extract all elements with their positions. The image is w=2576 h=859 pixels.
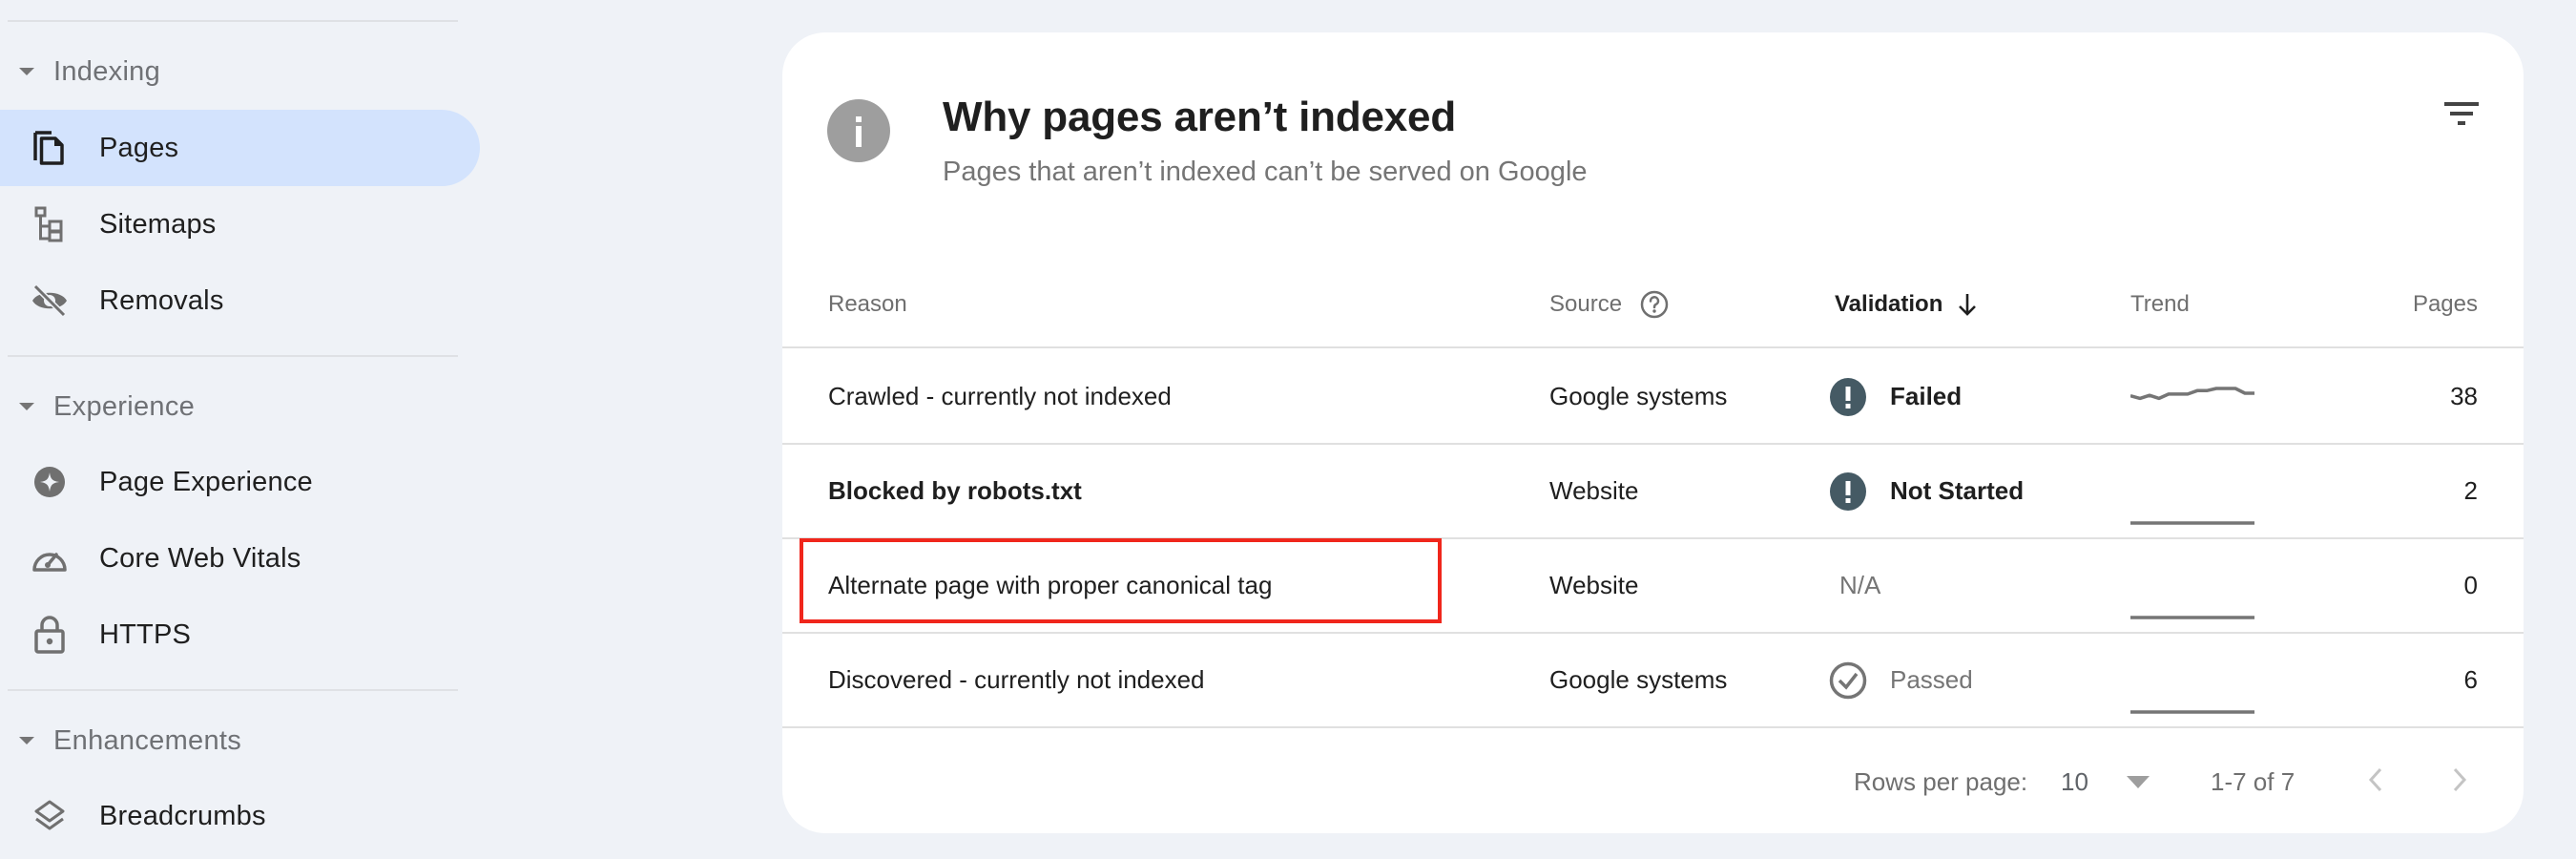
sidebar-item-pages[interactable]: Pages	[0, 110, 480, 186]
column-header-trend[interactable]: Trend	[2130, 260, 2190, 348]
next-page-button[interactable]	[2436, 744, 2483, 820]
info-icon	[827, 99, 890, 162]
sidebar-item-label: Breadcrumbs	[99, 800, 266, 831]
table-row[interactable]: Blocked by robots.txt Website Not Started 2	[782, 445, 2524, 539]
validation-status-text: Not Started	[1890, 476, 2025, 505]
sidebar-divider	[8, 355, 458, 357]
section-title: Enhancements	[53, 724, 242, 756]
rows-per-page-select[interactable]: 10	[2061, 744, 2150, 820]
filter-button[interactable]	[2433, 88, 2490, 145]
trend-sparkline	[2130, 634, 2254, 726]
sidebar-item-label: Sitemaps	[99, 208, 217, 240]
source-cell: Google systems	[1549, 665, 1728, 694]
trend-sparkline	[2130, 350, 2254, 443]
column-header-reason[interactable]: Reason	[828, 260, 907, 348]
section-title: Experience	[53, 390, 196, 422]
section-header-experience[interactable]: Experience	[0, 378, 458, 435]
chevron-left-icon	[2368, 767, 2383, 797]
error-icon	[1829, 471, 1890, 511]
table-header: Reason Source Validation Trend Pages	[782, 260, 2524, 348]
sidebar: Indexing Pages Sitemaps Removals Experie…	[0, 0, 487, 859]
column-header-pages[interactable]: Pages	[2413, 260, 2478, 348]
column-header-validation[interactable]: Validation	[1835, 260, 1979, 348]
card-subtitle: Pages that aren’t indexed can’t be serve…	[943, 157, 1588, 187]
lock-icon	[31, 616, 69, 654]
table-row[interactable]: Alternate page with proper canonical tag…	[782, 539, 2524, 634]
chevron-right-icon	[2452, 767, 2467, 797]
caret-down-icon	[19, 737, 34, 744]
validation-cell: Not Started	[1829, 445, 2024, 537]
caret-down-icon	[19, 68, 34, 75]
rows-per-page-label: Rows per page:	[1854, 766, 2028, 796]
dropdown-caret-icon	[2126, 775, 2150, 788]
check-circle-icon	[1829, 661, 1890, 700]
validation-status-text: N/A	[1839, 571, 1881, 599]
not-indexed-card: Why pages aren’t indexed Pages that aren…	[782, 32, 2524, 833]
section-header-indexing[interactable]: Indexing	[0, 43, 458, 100]
source-cell: Website	[1549, 571, 1639, 599]
sidebar-divider	[8, 689, 458, 691]
caret-down-icon	[19, 403, 34, 410]
sidebar-divider	[8, 20, 458, 22]
validation-cell: Failed	[1829, 350, 1962, 443]
pages-count-cell: 2	[2463, 476, 2478, 505]
sidebar-item-label: Removals	[99, 284, 224, 316]
sidebar-item-label: HTTPS	[99, 618, 192, 650]
table-pagination: Rows per page: 10 1-7 of 7	[782, 744, 2524, 820]
source-cell: Google systems	[1549, 382, 1728, 410]
validation-status-text: Passed	[1890, 665, 1973, 694]
reason-cell: Discovered - currently not indexed	[828, 665, 1205, 694]
sidebar-item-label: Pages	[99, 132, 179, 163]
table-row[interactable]: Crawled - currently not indexed Google sy…	[782, 350, 2524, 445]
arrow-down-icon	[1956, 291, 1979, 318]
sidebar-item-https[interactable]: HTTPS	[0, 597, 480, 673]
section-header-enhancements[interactable]: Enhancements	[0, 712, 458, 769]
pages-count-cell: 6	[2463, 665, 2478, 694]
sidebar-item-removals[interactable]: Removals	[0, 262, 480, 339]
help-icon[interactable]	[1639, 289, 1670, 320]
source-cell: Website	[1549, 476, 1639, 505]
validation-status-text: Failed	[1890, 382, 1963, 410]
card-title: Why pages aren’t indexed	[943, 94, 1457, 140]
section-title: Indexing	[53, 55, 161, 87]
column-label: Trend	[2130, 290, 2190, 317]
rows-per-page-value: 10	[2061, 766, 2088, 796]
trend-sparkline	[2130, 539, 2254, 632]
validation-cell: Passed	[1829, 634, 1973, 726]
sidebar-item-label: Page Experience	[99, 466, 313, 497]
sidebar-item-sitemaps[interactable]: Sitemaps	[0, 186, 480, 262]
sidebar-item-breadcrumbs[interactable]: Breadcrumbs	[0, 778, 480, 854]
sitemap-icon	[31, 205, 69, 243]
sidebar-item-page-experience[interactable]: Page Experience	[0, 444, 480, 520]
pagination-range: 1-7 of 7	[2211, 766, 2296, 796]
speedometer-icon	[31, 539, 69, 577]
column-label: Validation	[1835, 290, 1943, 317]
filter-icon	[2442, 101, 2481, 132]
page-experience-icon	[31, 463, 69, 501]
column-label: Source	[1549, 290, 1623, 317]
pages-icon	[31, 129, 69, 167]
column-header-source[interactable]: Source	[1549, 260, 1670, 348]
layers-icon	[31, 797, 69, 835]
previous-page-button[interactable]	[2352, 744, 2399, 820]
column-label: Pages	[2412, 290, 2478, 317]
pages-count-cell: 0	[2463, 571, 2478, 599]
reason-cell: Blocked by robots.txt	[828, 476, 1082, 505]
sidebar-item-core-web-vitals[interactable]: Core Web Vitals	[0, 520, 480, 597]
reason-cell: Crawled - currently not indexed	[828, 382, 1172, 410]
pages-count-cell: 38	[2450, 382, 2478, 410]
validation-cell: N/A	[1839, 539, 1880, 632]
table-row[interactable]: Discovered - currently not indexed Google…	[782, 634, 2524, 728]
reason-cell: Alternate page with proper canonical tag	[828, 571, 1273, 599]
column-label: Reason	[828, 290, 907, 317]
error-icon	[1829, 377, 1890, 416]
visibility-off-icon	[31, 282, 69, 320]
trend-line	[2130, 386, 2254, 400]
sidebar-item-label: Core Web Vitals	[99, 542, 301, 574]
trend-sparkline	[2130, 445, 2254, 537]
